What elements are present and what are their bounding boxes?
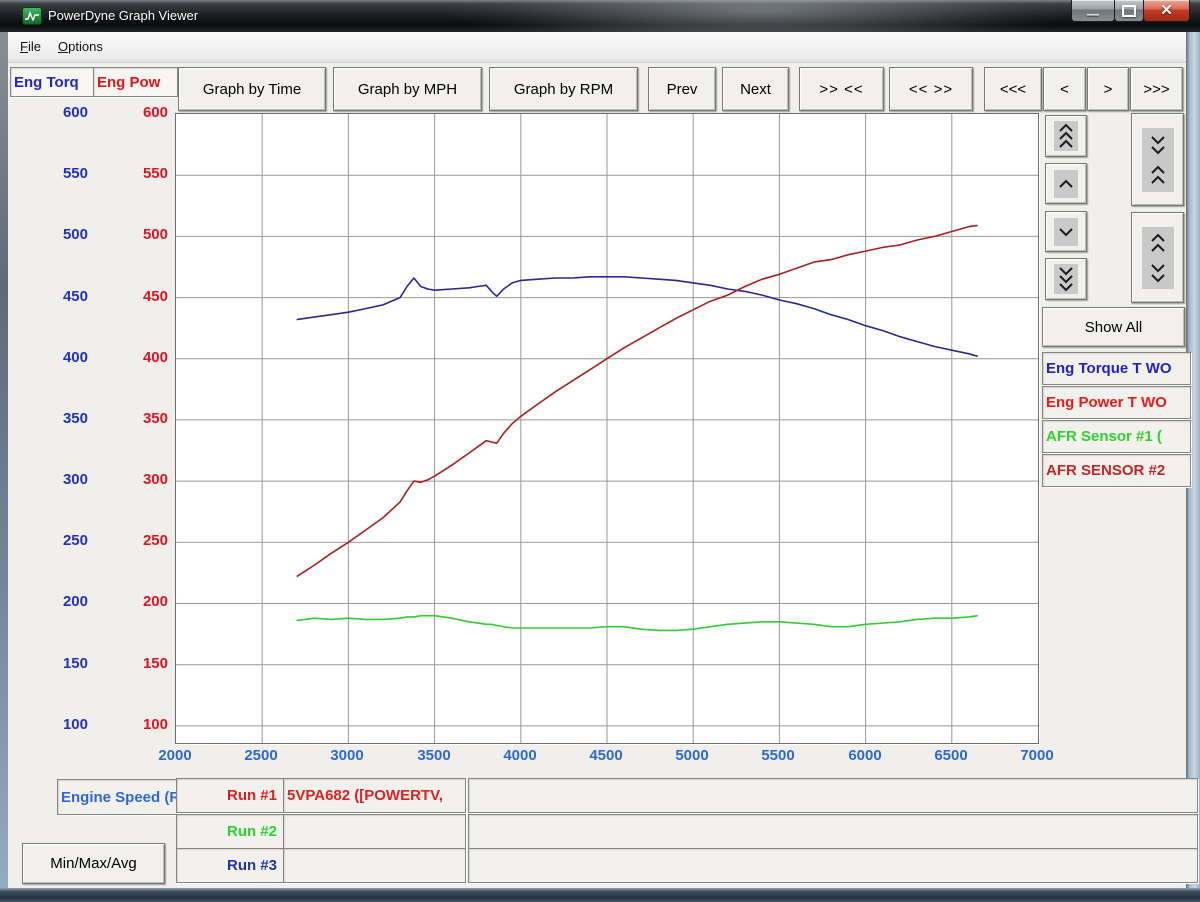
x-tick-label: 2500: [244, 747, 278, 764]
run-1-file-field[interactable]: 5VPA682 ([POWERTV,: [283, 778, 466, 813]
window-titlebar: PowerDyne Graph Viewer — ✕: [0, 0, 1200, 32]
run-3-file-field[interactable]: [283, 848, 466, 883]
y-tick-label-power: 100: [142, 716, 168, 733]
x-tick-label: 7000: [1020, 747, 1054, 764]
legend-item-eng-power[interactable]: Eng Power T WO: [1042, 386, 1191, 419]
x-tick-label: 2000: [158, 747, 192, 764]
run-2-comment-field[interactable]: [468, 814, 1198, 849]
legend-item-afr-sensor-2[interactable]: AFR SENSOR #2: [1042, 454, 1191, 487]
next-button[interactable]: Next: [722, 67, 789, 111]
y-tick-label-torque: 100: [62, 716, 88, 733]
close-button[interactable]: ✕: [1143, 0, 1190, 22]
app-icon: [22, 7, 42, 25]
x-tick-label: 4500: [589, 747, 623, 764]
y-tick-label-torque: 250: [62, 532, 88, 549]
series-eng-torque-t-wo: [296, 276, 978, 358]
chevrons-compress-vertical-icon: [1141, 127, 1174, 192]
run-2-file-field[interactable]: [283, 814, 466, 849]
graph-by-rpm-button[interactable]: Graph by RPM: [489, 67, 638, 111]
scroll-down-button[interactable]: [1045, 211, 1087, 252]
graph-by-mph-button[interactable]: Graph by MPH: [333, 67, 482, 111]
y-tick-label-power: 200: [142, 593, 168, 610]
y-tick-label-power: 600: [142, 104, 168, 121]
scroll-left-button[interactable]: <: [1043, 67, 1086, 111]
menu-item-options[interactable]: Options: [51, 32, 110, 61]
scroll-down-fast-button[interactable]: [1045, 258, 1087, 300]
menu-file-initial: F: [20, 39, 28, 54]
series-afr-sensor-1-: [296, 614, 978, 632]
window-border-left: [0, 32, 8, 888]
chevrons-down-icon: [1054, 264, 1078, 294]
zoom-out-x-button[interactable]: << >>: [889, 67, 973, 111]
legend-item-eng-torque[interactable]: Eng Torque T WO: [1042, 352, 1191, 385]
run-1-label[interactable]: Run #1: [176, 778, 284, 813]
y-tick-label-power: 150: [142, 655, 168, 672]
maximize-icon: [1122, 4, 1136, 17]
chevron-up-icon: [1054, 169, 1078, 198]
power-channel-tab[interactable]: Eng Pow: [93, 67, 178, 97]
fast-scroll-right-button[interactable]: >>>: [1130, 67, 1183, 111]
y-tick-label-torque: 300: [62, 471, 88, 488]
x-tick-label: 6500: [934, 747, 968, 764]
y-tick-label-torque: 550: [62, 165, 88, 182]
x-tick-label: 3500: [417, 747, 451, 764]
scroll-right-button[interactable]: >: [1087, 67, 1129, 111]
run-2-label[interactable]: Run #2: [176, 814, 284, 849]
run-3-label[interactable]: Run #3: [176, 848, 284, 883]
y-tick-label-torque: 600: [62, 104, 88, 121]
y-tick-label-power: 500: [142, 226, 168, 243]
expand-vertical-scale-button[interactable]: [1131, 212, 1184, 303]
y-tick-label-power: 300: [142, 471, 168, 488]
y-tick-label-power: 450: [142, 288, 168, 305]
chevrons-up-icon: [1054, 121, 1078, 151]
min-max-avg-button[interactable]: Min/Max/Avg: [22, 843, 165, 884]
torque-channel-tab[interactable]: Eng Torq: [10, 67, 95, 97]
y-tick-label-torque: 150: [62, 655, 88, 672]
y-tick-label-power: 350: [142, 410, 168, 427]
maximize-button[interactable]: [1114, 0, 1144, 22]
compress-vertical-scale-button[interactable]: [1131, 113, 1184, 206]
menu-file-rest: ile: [27, 39, 41, 54]
y-tick-label-torque: 350: [62, 410, 88, 427]
show-all-button[interactable]: Show All: [1042, 307, 1185, 347]
y-tick-label-torque: 500: [62, 226, 88, 243]
close-icon: ✕: [1160, 2, 1173, 19]
x-tick-label: 5000: [675, 747, 709, 764]
chart-area[interactable]: [175, 113, 1039, 744]
window-border-bottom[interactable]: [0, 888, 1200, 902]
graph-by-time-button[interactable]: Graph by Time: [178, 67, 326, 111]
scroll-up-fast-button[interactable]: [1045, 115, 1087, 157]
scroll-up-button[interactable]: [1045, 163, 1087, 204]
x-tick-label: 5500: [761, 747, 795, 764]
chevrons-expand-vertical-icon: [1141, 226, 1174, 289]
minimize-icon: —: [1087, 6, 1099, 21]
x-tick-label: 4000: [503, 747, 537, 764]
y-tick-label-torque: 400: [62, 349, 88, 366]
menu-options-initial: O: [58, 39, 69, 54]
legend-item-afr-sensor-1[interactable]: AFR Sensor #1 (: [1042, 420, 1191, 453]
y-tick-label-torque: 200: [62, 593, 88, 610]
menu-item-file[interactable]: File: [13, 32, 48, 61]
x-tick-label: 3000: [330, 747, 364, 764]
x-axis-channel-field[interactable]: Engine Speed (R: [57, 779, 194, 815]
window-title: PowerDyne Graph Viewer: [48, 8, 199, 23]
y-tick-label-torque: 450: [62, 288, 88, 305]
prev-button[interactable]: Prev: [648, 67, 716, 111]
zoom-in-x-button[interactable]: >> <<: [799, 67, 884, 111]
run-1-comment-field[interactable]: [468, 778, 1198, 813]
run-3-comment-field[interactable]: [468, 848, 1198, 883]
y-tick-label-power: 400: [142, 349, 168, 366]
fast-scroll-left-button[interactable]: <<<: [984, 67, 1042, 111]
dyno-graph: [176, 114, 1038, 743]
y-tick-label-power: 550: [142, 165, 168, 182]
app-window: PowerDyne Graph Viewer — ✕ File Options …: [0, 0, 1200, 902]
minimize-button[interactable]: —: [1071, 0, 1115, 22]
chevron-down-icon: [1054, 217, 1078, 246]
menubar: File Options: [3, 32, 1197, 63]
y-tick-label-power: 250: [142, 532, 168, 549]
menu-options-rest: ptions: [68, 39, 103, 54]
x-tick-label: 6000: [848, 747, 882, 764]
